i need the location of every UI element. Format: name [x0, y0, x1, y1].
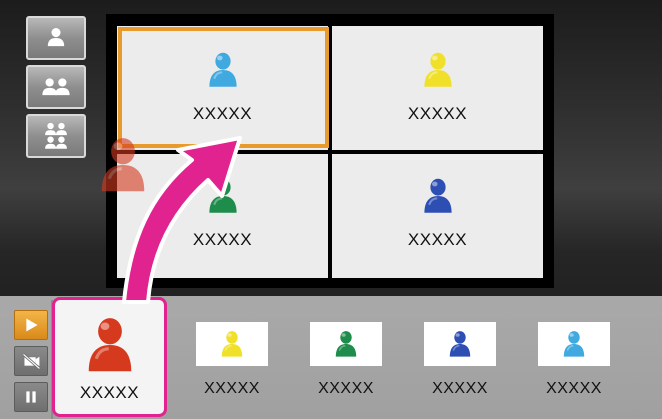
single-person-icon: [47, 28, 65, 47]
participant-name: XXXXX: [407, 230, 468, 249]
tray-item-1[interactable]: XXXXX: [52, 297, 167, 417]
pause-icon: [26, 391, 36, 403]
person-avatar-icon: [334, 325, 358, 363]
tray-item-4[interactable]: XXXXX: [420, 322, 500, 402]
participant-name: XXXXX: [192, 230, 253, 249]
tray-item-2[interactable]: XXXXX: [192, 322, 272, 402]
camera-off-icon: [22, 353, 41, 370]
grid-cell-3[interactable]: XXXXX: [117, 154, 328, 278]
tray-thumbnail: [538, 322, 610, 366]
participant-name: XXXXX: [432, 380, 488, 397]
participant-name: XXXXX: [407, 104, 468, 123]
quad-layout-button[interactable]: [26, 114, 86, 158]
grid-cell-1[interactable]: XXXXX: [117, 26, 328, 150]
play-icon: [26, 318, 38, 332]
grid-cell-2[interactable]: XXXXX: [332, 26, 543, 150]
tray-item-5[interactable]: XXXXX: [534, 322, 614, 402]
person-avatar-icon: [422, 50, 454, 90]
participant-name: XXXXX: [318, 380, 374, 397]
participant-name: XXXXX: [204, 380, 260, 397]
person-avatar-icon: [448, 325, 472, 363]
person-avatar-icon: [85, 316, 135, 374]
four-persons-icon: [45, 122, 67, 149]
single-layout-button[interactable]: [26, 16, 86, 60]
camera-off-button[interactable]: [14, 346, 48, 376]
dragged-avatar-ghost-icon: [98, 134, 148, 196]
person-avatar-icon: [422, 176, 454, 216]
tray-thumbnail: [310, 322, 382, 366]
play-button[interactable]: [14, 310, 48, 340]
participant-name: XXXXX: [546, 380, 602, 397]
tray-thumbnail: [424, 322, 496, 366]
person-avatar-icon: [207, 50, 239, 90]
tray-item-3[interactable]: XXXXX: [306, 322, 386, 402]
person-avatar-icon: [562, 325, 586, 363]
two-persons-icon: [42, 78, 70, 96]
grid-cell-4[interactable]: XXXXX: [332, 154, 543, 278]
participant-name: XXXXX: [192, 104, 253, 123]
person-avatar-icon: [207, 176, 239, 216]
participant-name: XXXXX: [79, 383, 140, 402]
dual-layout-button[interactable]: [26, 65, 86, 109]
pause-button[interactable]: [14, 382, 48, 412]
tray-thumbnail: [196, 322, 268, 366]
person-avatar-icon: [220, 325, 244, 363]
participant-grid: XXXXX XXXXX XXXXX XXXXX: [117, 26, 543, 278]
video-conference-screen: XXXXX XXXXX XXXXX XXXXX XXXXX XXXXX XXXX…: [0, 0, 662, 419]
